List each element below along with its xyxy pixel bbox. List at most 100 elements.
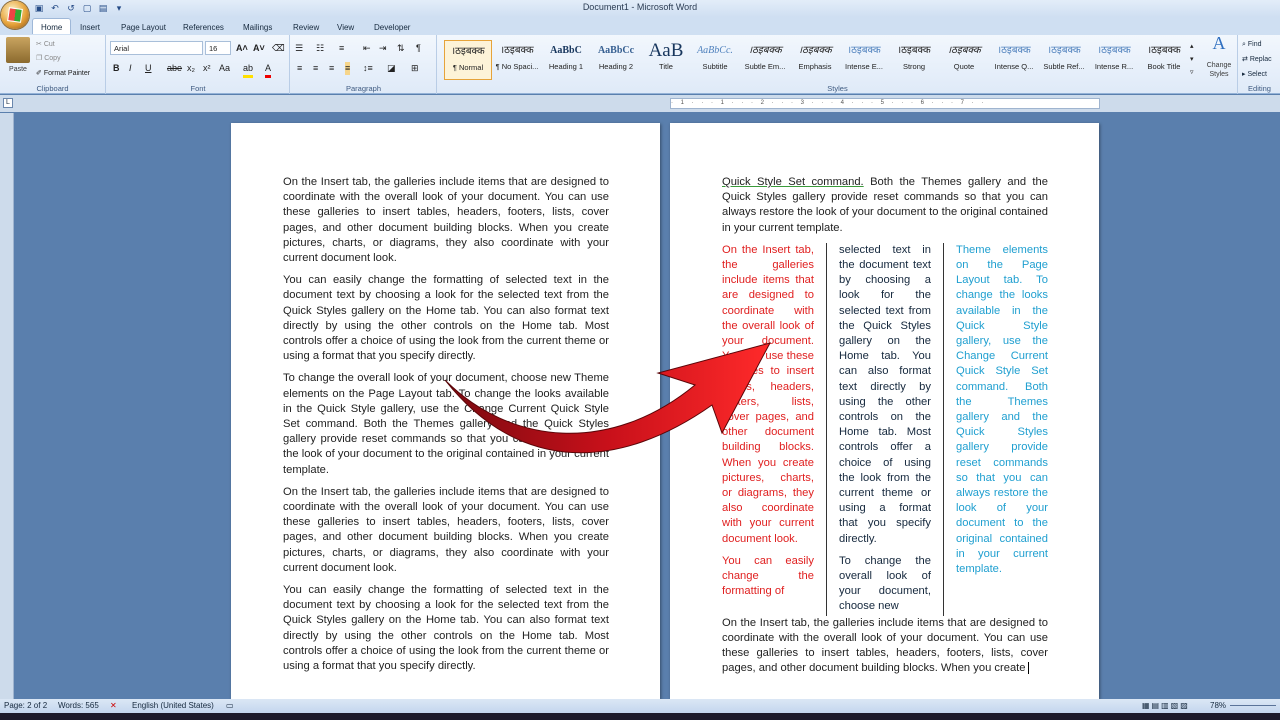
clipboard-label: Clipboard <box>36 84 69 93</box>
replace-button[interactable]: ⇄ Replac <box>1242 53 1272 66</box>
justify-icon[interactable]: ≡ <box>345 62 351 75</box>
style-preview: ।ठइबक्क <box>1047 45 1081 56</box>
redo-icon[interactable]: ↺ <box>65 2 77 14</box>
tab-home[interactable]: Home <box>32 18 72 34</box>
line-spacing-icon[interactable]: ↕≡ <box>363 62 373 75</box>
tab-insert[interactable]: Insert <box>72 19 108 35</box>
tab-mailings[interactable]: Mailings <box>235 19 280 35</box>
style-intense-q[interactable]: ।ठइबक्क Intense Q... <box>990 40 1038 80</box>
style-emphasis[interactable]: ।ठइबक्क Emphasis <box>791 40 839 80</box>
subscript-icon[interactable]: x₂ <box>187 62 195 75</box>
tab-developer[interactable]: Developer <box>366 19 418 35</box>
style-preview: ।ठइबक्क <box>500 45 534 56</box>
paragraph: On the Insert tab, the galleries include… <box>722 616 1048 675</box>
align-center-icon[interactable]: ≡ <box>313 62 318 75</box>
font-color-icon[interactable]: A <box>265 62 272 78</box>
style-name: ¶ No Spaci... <box>495 62 539 71</box>
qat-dropdown-icon[interactable]: ▾ <box>113 2 125 14</box>
style-name: ¶ Normal <box>452 63 484 72</box>
cut-button[interactable]: ✂ Cut <box>36 38 55 51</box>
undo-icon[interactable]: ↶ <box>49 2 61 14</box>
office-button[interactable] <box>1 1 29 29</box>
style-preview: ।ठइबक्क <box>897 45 931 56</box>
borders-icon[interactable]: ⊞ <box>411 62 419 75</box>
style-book-title[interactable]: ।ठइबक्क Book Title <box>1140 40 1188 80</box>
zoom-slider[interactable] <box>1230 705 1276 706</box>
italic-icon[interactable]: I <box>129 62 132 75</box>
style-name: Heading 1 <box>548 62 584 71</box>
column-paragraph: You can easily change the formatting of <box>722 554 814 598</box>
paste-icon[interactable] <box>6 37 30 63</box>
increase-indent-icon[interactable]: ⇥ <box>379 42 387 55</box>
column-paragraph: To change the overall look of your docum… <box>839 554 931 613</box>
view-buttons[interactable]: ▦▤▥▧▨ <box>1142 701 1190 710</box>
style-heading-2[interactable]: AaBbCc Heading 2 <box>592 40 640 80</box>
new-doc-icon[interactable]: ▢ <box>81 2 93 14</box>
zoom-level[interactable]: 78% <box>1210 701 1226 710</box>
sort-icon[interactable]: ⇅ <box>397 42 405 55</box>
style-subtle-em[interactable]: ।ठइबक्क Subtle Em... <box>741 40 789 80</box>
tab-view[interactable]: View <box>329 19 362 35</box>
change-case-icon[interactable]: Aa <box>219 62 230 75</box>
multilevel-list-icon[interactable]: ≡ <box>339 42 344 55</box>
gallery-scroll-icon[interactable]: ▴ ▾ ▿ <box>1190 40 1194 79</box>
tab-review[interactable]: Review <box>285 19 327 35</box>
tab-selector-icon[interactable]: L <box>3 98 13 108</box>
paragraph-label: Paragraph <box>345 84 382 93</box>
font-name-dropdown[interactable]: Arial <box>110 41 203 55</box>
style-subtle-ref[interactable]: ।ठइबक्क Subtle Ref... <box>1040 40 1088 80</box>
style-no-spaci[interactable]: ।ठइबक्क ¶ No Spaci... <box>493 40 541 80</box>
decrease-indent-icon[interactable]: ⇤ <box>363 42 371 55</box>
style-preview: ।ठइबक्क <box>798 45 832 56</box>
style-preview: AaBbCc <box>597 45 635 56</box>
proofing-icon[interactable]: ✕ <box>110 701 117 710</box>
select-button[interactable]: ▸ Select <box>1242 68 1267 81</box>
style-intense-r[interactable]: ।ठइबक्क Intense R... <box>1090 40 1138 80</box>
style-preview: AaBbC <box>550 45 582 56</box>
format-painter-button[interactable]: ✐ Format Painter <box>36 67 90 80</box>
style-preview: ।ठइबक्क <box>748 45 782 56</box>
save-icon[interactable]: ▣ <box>33 2 45 14</box>
page-count[interactable]: Page: 2 of 2 <box>4 701 47 710</box>
change-styles-button[interactable]: Change Styles <box>1202 61 1236 79</box>
vertical-ruler[interactable] <box>0 113 14 699</box>
style-quote[interactable]: ।ठइबक्क Quote <box>940 40 988 80</box>
show-marks-icon[interactable]: ¶ <box>416 42 421 55</box>
font-size-dropdown[interactable]: 16 <box>205 41 231 55</box>
shrink-font-icon[interactable]: A˅ <box>253 42 265 55</box>
find-button[interactable]: ⌕ Find <box>1242 38 1262 51</box>
style-strong[interactable]: ।ठइबक्क Strong <box>890 40 938 80</box>
word-count[interactable]: Words: 565 <box>58 701 99 710</box>
align-right-icon[interactable]: ≡ <box>329 62 334 75</box>
align-left-icon[interactable]: ≡ <box>297 62 302 75</box>
bullets-icon[interactable]: ☰ <box>295 42 303 55</box>
macro-record-icon[interactable]: ▭ <box>226 701 234 710</box>
strikethrough-icon[interactable]: abe <box>167 62 182 75</box>
styles-group: ।ठइबक्क ¶ Normal ।ठइबक्क ¶ No Spaci... AaBbC… <box>438 34 1238 94</box>
tab-references[interactable]: References <box>175 19 232 35</box>
print-preview-icon[interactable]: ▤ <box>97 2 109 14</box>
style-heading-1[interactable]: AaBbC Heading 1 <box>542 40 590 80</box>
tab-page-layout[interactable]: Page Layout <box>113 19 174 35</box>
grow-font-icon[interactable]: A˄ <box>236 42 248 55</box>
change-styles-icon[interactable]: A <box>1202 34 1236 52</box>
underline-icon[interactable]: U <box>145 62 152 75</box>
style-name: Subtitle <box>702 62 728 71</box>
horizontal-ruler[interactable]: · 1 · · · 1 · · · 2 · · · 3 · · · 4 · · … <box>670 98 1100 109</box>
style-normal[interactable]: ।ठइबक्क ¶ Normal <box>444 40 492 80</box>
shading-icon[interactable]: ◪ <box>387 62 396 75</box>
paragraph: Quick Style Set command. Both the Themes… <box>722 176 1048 234</box>
language-indicator[interactable]: English (United States) <box>132 701 214 710</box>
paste-button[interactable]: Paste <box>4 63 32 76</box>
clear-format-icon[interactable]: ⌫ <box>272 42 285 55</box>
style-subtitle[interactable]: AaBbCc. Subtitle <box>691 40 739 80</box>
highlight-icon[interactable]: ab <box>243 62 254 78</box>
bold-icon[interactable]: B <box>113 62 120 75</box>
style-intense-e[interactable]: ।ठइबक्क Intense E... <box>840 40 888 80</box>
style-name: Intense Q... <box>994 62 1034 71</box>
style-title[interactable]: AaB Title <box>642 40 690 80</box>
copy-button[interactable]: ❐ Copy <box>36 52 61 65</box>
numbering-icon[interactable]: ☷ <box>316 42 324 55</box>
editing-group: ⌕ Find ⇄ Replac ▸ Select Editing <box>1239 35 1280 94</box>
superscript-icon[interactable]: x² <box>203 62 211 75</box>
